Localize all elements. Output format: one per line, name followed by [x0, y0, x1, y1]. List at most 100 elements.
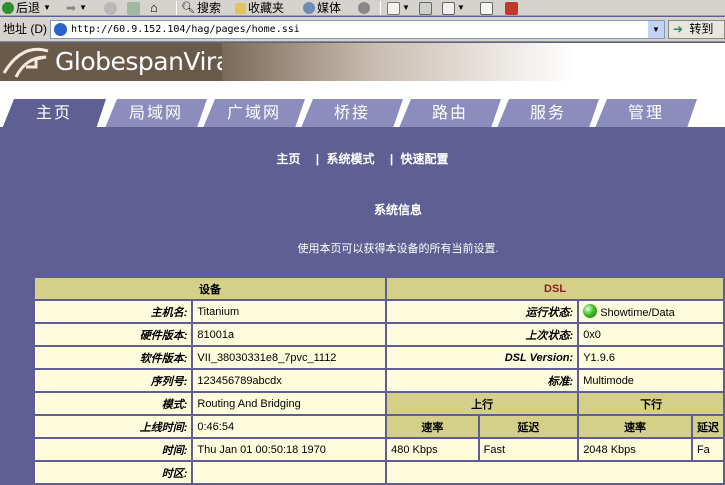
- search-button[interactable]: 🔍︎ 搜索: [181, 0, 221, 16]
- tab-lan[interactable]: 局域网: [105, 99, 207, 128]
- address-input[interactable]: http://60.9.152.104/hag/pages/home.ssi ▼: [50, 20, 665, 39]
- tab-label: 服务: [529, 105, 566, 122]
- tab-label: 广域网: [226, 105, 281, 122]
- quicklink-quick-setup[interactable]: 快速配置: [401, 150, 449, 167]
- tab-services[interactable]: 服务: [497, 99, 599, 128]
- dropdown-arrow-icon: ▼: [43, 3, 51, 12]
- tab-label: 局域网: [128, 105, 183, 122]
- address-dropdown-icon[interactable]: ▼: [648, 21, 664, 38]
- device-value: 81001a: [193, 324, 386, 345]
- page-icon: [54, 23, 67, 36]
- dsl-value: Multimode: [579, 370, 723, 391]
- upstream-rate: 480 Kbps: [387, 439, 478, 460]
- section-description: 使用本页可以获得本设备的所有当前设置.: [297, 243, 499, 255]
- tab-wan[interactable]: 广域网: [203, 99, 305, 128]
- discuss-button[interactable]: [480, 0, 493, 16]
- quick-links: 主页 | 系统模式 | 快速配置: [0, 150, 725, 167]
- search-icon: 🔍︎: [181, 2, 195, 14]
- tab-bridging[interactable]: 桥接: [301, 99, 403, 128]
- downstream-header: 下行: [579, 393, 723, 414]
- favorites-label: 收藏夹: [248, 1, 285, 15]
- main-content: 主页 | 系统模式 | 快速配置 系统信息 使用本页可以获得本设备的所有当前设置…: [0, 127, 725, 485]
- device-header: 设备: [35, 278, 386, 299]
- go-label: 转到: [689, 22, 714, 36]
- browser-toolbar: 后退 ▼ ➡ ▼ ⌂ 🔍︎ 搜索 收藏夹 媒体 ▼ ▼: [0, 0, 725, 16]
- logo: GlobespanVirata: [0, 43, 255, 81]
- table-row: 主机名: Titanium 运行状态: Showtime/Data: [35, 301, 723, 322]
- device-label: 序列号:: [35, 370, 192, 391]
- history-button[interactable]: [358, 0, 370, 16]
- table-row: 软件版本: VII_38030331e8_7pvc_1112 DSL Versi…: [35, 347, 723, 368]
- dsl-value: Y1.9.6: [579, 347, 723, 368]
- quicklink-system-mode[interactable]: 系统模式: [326, 150, 374, 167]
- forward-arrow-icon: ➡: [66, 1, 77, 15]
- table-row: 序列号: 123456789abcdx 标准: Multimode: [35, 370, 723, 391]
- media-button[interactable]: 媒体: [303, 0, 341, 16]
- tab-routing[interactable]: 路由: [399, 99, 501, 128]
- device-value: VII_38030331e8_7pvc_1112: [193, 347, 386, 368]
- back-button[interactable]: 后退 ▼: [2, 0, 51, 16]
- dsl-status-cell: Showtime/Data: [579, 301, 723, 322]
- tab-management[interactable]: 管理: [595, 99, 697, 128]
- device-value: Thu Jan 01 00:50:18 1970: [193, 439, 386, 460]
- status-led-icon: [583, 304, 598, 318]
- edit-icon: [442, 1, 455, 15]
- messenger-icon: [505, 1, 518, 15]
- stop-icon: [104, 1, 117, 15]
- address-bar: 地址 (D) http://60.9.152.104/hag/pages/hom…: [0, 17, 725, 42]
- device-value: Routing And Bridging: [193, 393, 386, 414]
- go-button[interactable]: ➜ 转到: [668, 20, 725, 39]
- dsl-label: DSL Version:: [387, 347, 578, 368]
- banner: GlobespanVirata: [0, 43, 725, 81]
- device-label: 时区:: [35, 462, 192, 483]
- edit-button[interactable]: ▼: [442, 0, 465, 16]
- refresh-button[interactable]: [127, 0, 140, 16]
- go-arrow-icon: ➜: [673, 22, 684, 36]
- table-header-row: 设备 DSL: [35, 278, 723, 299]
- banner-gradient: [222, 43, 725, 81]
- dsl-label: 运行状态:: [387, 301, 578, 322]
- dsl-label: 上次状态:: [387, 324, 578, 345]
- dropdown-arrow-icon: ▼: [79, 3, 87, 12]
- tab-label: 管理: [627, 105, 664, 122]
- upstream-rate-header: 速率: [387, 416, 478, 437]
- toolbar-separator: [380, 1, 381, 15]
- toolbar-separator: [176, 1, 177, 15]
- tab-home[interactable]: 主页: [2, 99, 106, 129]
- print-icon: [419, 1, 432, 15]
- back-arrow-icon: [2, 2, 14, 14]
- dropdown-arrow-icon: ▼: [402, 3, 410, 12]
- device-value: Titanium: [193, 301, 386, 322]
- favorites-button[interactable]: 收藏夹: [235, 0, 284, 16]
- forward-button[interactable]: ➡ ▼: [66, 0, 87, 16]
- table-row: 时间: Thu Jan 01 00:50:18 1970 480 Kbps Fa…: [35, 439, 723, 460]
- device-label: 模式:: [35, 393, 192, 414]
- downstream-rate-header: 速率: [579, 416, 691, 437]
- empty-cell: [387, 462, 723, 483]
- quicklink-separator: |: [389, 152, 394, 166]
- dsl-header: DSL: [387, 278, 723, 299]
- upstream-latency-header: 延迟: [479, 416, 578, 437]
- messenger-button[interactable]: [505, 0, 518, 16]
- dsl-value: Showtime/Data: [600, 307, 675, 319]
- address-label: 地址 (D): [3, 22, 47, 36]
- section-title: 系统信息: [373, 203, 422, 217]
- table-row: 上线时间: 0:46:54 速率 延迟 速率 延迟: [35, 416, 723, 437]
- table-row: 模式: Routing And Bridging 上行 下行: [35, 393, 723, 414]
- table-row: 硬件版本: 81001a 上次状态: 0x0: [35, 324, 723, 345]
- dsl-label: 标准:: [387, 370, 578, 391]
- refresh-icon: [127, 1, 140, 15]
- quicklink-separator: |: [315, 152, 320, 166]
- upstream-latency: Fast: [479, 439, 578, 460]
- home-button[interactable]: ⌂: [150, 0, 158, 16]
- quicklink-home[interactable]: 主页: [276, 150, 300, 167]
- mail-button[interactable]: ▼: [387, 0, 410, 16]
- device-value: 123456789abcdx: [193, 370, 386, 391]
- stop-button[interactable]: [104, 0, 117, 16]
- downstream-rate: 2048 Kbps: [579, 439, 691, 460]
- print-button[interactable]: [419, 0, 432, 16]
- downstream-latency: Fa: [692, 439, 723, 460]
- home-icon: ⌂: [150, 0, 158, 15]
- device-label: 硬件版本:: [35, 324, 192, 345]
- dsl-value: 0x0: [579, 324, 723, 345]
